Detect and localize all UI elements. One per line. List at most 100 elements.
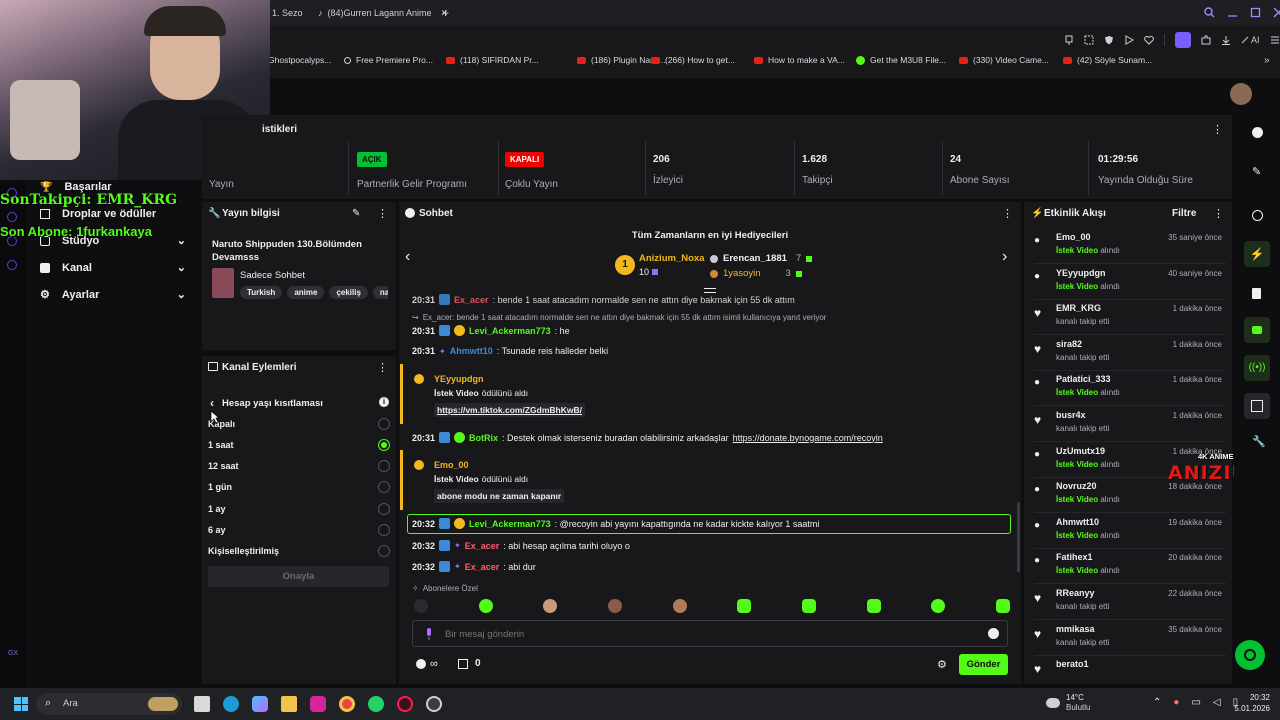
bookmark-item[interactable]: Get the M3U8 File... [856, 55, 946, 65]
extensions-icon[interactable] [1201, 35, 1211, 45]
radio-button[interactable] [378, 460, 390, 472]
minimize-icon[interactable] [1227, 7, 1238, 18]
gear-icon[interactable]: ⚙ [937, 658, 947, 671]
confirm-button[interactable]: Onayla [208, 566, 389, 587]
gifter-row[interactable]: 1yasoyin 3 [710, 268, 802, 279]
chat-message[interactable]: 20:32 ✦ Ex_acer : abi dur [412, 561, 536, 572]
sidebar-item-channel[interactable]: Kanal ⌄ [40, 261, 186, 274]
windows-start-icon[interactable] [14, 697, 28, 711]
activity-event[interactable]: ♥ busr4x kanalı takip etti 1 dakika önce [1034, 408, 1226, 442]
info-icon[interactable] [1252, 127, 1263, 138]
activity-event[interactable]: ♥ berato1 [1034, 657, 1226, 692]
dot-icon[interactable] [7, 260, 17, 270]
tag-chip[interactable]: Turkish [240, 286, 283, 299]
browser-tab-active[interactable]: ♪ (84)Gurren Lagann Anime ✕ [318, 5, 448, 21]
option-off[interactable]: Kapalı [208, 418, 390, 430]
support-chat-button[interactable] [1235, 640, 1265, 670]
emoji-icon[interactable] [988, 628, 999, 639]
taskbar-search[interactable]: ⌕ Ara [36, 693, 182, 715]
microphone-icon[interactable]: ● [1173, 697, 1179, 708]
file-explorer-icon[interactable] [281, 696, 297, 712]
chevron-left-icon[interactable]: ‹ [405, 248, 410, 266]
gifter-name[interactable]: Anizium_Noxa [639, 253, 704, 264]
play-icon[interactable] [1124, 35, 1134, 45]
bookmark-item[interactable]: How to make a VA... [754, 55, 845, 65]
bookmarks-overflow-icon[interactable]: » [1264, 55, 1270, 66]
emote[interactable] [478, 599, 493, 613]
store-button[interactable]: 0 [458, 658, 481, 669]
option-1-day[interactable]: 1 gün [208, 481, 390, 493]
emote[interactable] [607, 599, 622, 613]
avatar[interactable] [1230, 83, 1252, 105]
sidebar-item-drops[interactable]: Droplar ve ödüller [40, 208, 156, 220]
option-custom[interactable]: Kişiselleştirilmiş [208, 545, 390, 557]
bookmark-item[interactable]: (266) How to get... [651, 55, 735, 65]
send-button[interactable]: Gönder [959, 654, 1008, 675]
chrome-icon[interactable] [339, 696, 355, 712]
reward-user[interactable]: Emo_00 [434, 460, 469, 470]
chevron-up-icon[interactable]: ⌃ [1153, 697, 1161, 708]
activity-event[interactable]: ♥ RReanyy kanalı takip etti 22 dakika önce [1034, 586, 1226, 620]
gifter-row[interactable]: Erencan_1881 7 [710, 253, 813, 264]
search-icon[interactable] [1204, 7, 1215, 18]
wrench-icon[interactable]: 🔧 [1252, 435, 1266, 448]
chat-message[interactable]: 20:31 Levi_Ackerman773 : he [412, 325, 570, 336]
radio-button[interactable] [378, 503, 390, 515]
edit-icon[interactable]: ✎ [352, 208, 360, 219]
chat-message-input[interactable] [445, 625, 965, 643]
chat-message[interactable]: 20:31 Ex_acer : bende 1 saat atacadım no… [412, 294, 795, 305]
tag-chip[interactable]: çekiliş [329, 286, 368, 299]
extension-active-icon[interactable] [1175, 32, 1191, 48]
radio-button-selected[interactable] [378, 439, 390, 451]
browser-tab[interactable]: 1. Sezo [272, 5, 303, 21]
donation-link[interactable]: https://donate.bynogame.com/recoyin [733, 433, 883, 443]
emote[interactable] [931, 599, 946, 613]
more-icon[interactable]: ⋮ [1213, 207, 1224, 220]
emote[interactable] [866, 599, 881, 613]
option-1-hour[interactable]: 1 saat [208, 439, 390, 451]
more-icon[interactable]: ⋮ [1002, 207, 1013, 220]
copilot-icon[interactable] [252, 696, 268, 712]
camera-icon[interactable] [1252, 210, 1263, 221]
radio-button[interactable] [378, 524, 390, 536]
chat-message[interactable]: 20:32 Levi_Ackerman773 : @recoyin abi ya… [412, 518, 819, 529]
microphone-icon[interactable] [425, 628, 433, 640]
screenshot-icon[interactable] [1084, 35, 1094, 45]
more-icon[interactable]: ⋮ [377, 207, 388, 220]
channel-points[interactable]: ∞ [416, 658, 438, 670]
emote[interactable] [995, 599, 1010, 613]
chat-input-box[interactable] [412, 620, 1008, 647]
tag-chip[interactable]: anime [287, 286, 325, 299]
chat-tool-icon[interactable] [1244, 317, 1270, 343]
ai-button[interactable]: AI [1241, 35, 1260, 45]
close-icon[interactable] [1273, 7, 1280, 18]
activity-event[interactable]: ● YEyyupdgn İstek Video alındı 40 saniye ön… [1034, 266, 1226, 300]
activity-event[interactable]: ● Fatihex1 İstek Video alındı 20 dakika önc… [1034, 550, 1226, 585]
document-icon[interactable] [1252, 288, 1261, 299]
activity-event[interactable]: ● Ahmwtt10 İstek Video alındı 19 dakika önc… [1034, 515, 1226, 549]
activity-event[interactable]: ♥ sira82 kanalı takip etti 1 dakika önce [1034, 337, 1226, 371]
layout-icon[interactable] [1244, 393, 1270, 419]
emote[interactable] [801, 599, 816, 613]
more-icon[interactable]: ⋮ [1212, 123, 1223, 136]
whatsapp-icon[interactable] [368, 696, 384, 712]
edge-icon[interactable] [223, 696, 239, 712]
expand-handle-icon[interactable] [704, 288, 716, 293]
shield-icon[interactable] [1104, 35, 1114, 45]
tag-chip[interactable]: naru [372, 286, 388, 299]
activity-event[interactable]: ● Patlatici_333 İstek Video alındı 1 dakika… [1034, 372, 1226, 407]
more-icon[interactable]: ⋮ [377, 361, 388, 374]
download-icon[interactable] [1221, 35, 1231, 45]
broadcast-icon[interactable]: ((•)) [1244, 355, 1270, 381]
filter-button[interactable]: Filtre [1172, 208, 1196, 219]
sidebar-item-settings[interactable]: ⚙ Ayarlar ⌄ [40, 288, 186, 302]
weather-widget[interactable]: 14°C Bulutlu [1046, 693, 1090, 713]
chevron-right-icon[interactable]: › [1002, 248, 1007, 266]
maximize-icon[interactable] [1250, 7, 1261, 18]
chat-message[interactable]: 20:32 ✦ Ex_acer : abi hesap açılma tarih… [412, 540, 630, 551]
reward-content[interactable]: https://vm.tiktok.com/ZGdmBhKwB/ [434, 403, 585, 417]
emote[interactable] [543, 599, 558, 613]
bookmark-item[interactable]: (118) SIFIRDAN Pr... [446, 55, 539, 65]
activity-event[interactable]: ♥ mmikasa kanalı takip etti 35 dakika önce [1034, 622, 1226, 656]
task-view-icon[interactable] [194, 696, 210, 712]
